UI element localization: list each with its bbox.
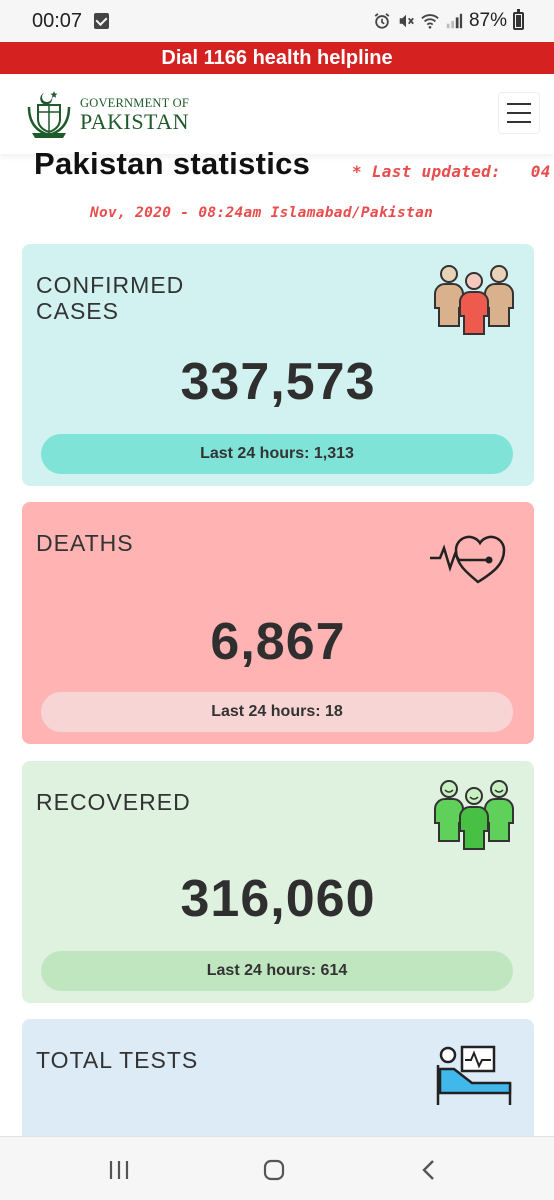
system-nav-bar <box>0 1136 554 1200</box>
wifi-icon <box>421 14 439 29</box>
check-icon <box>94 13 110 29</box>
signal-icon <box>446 13 463 29</box>
recovered-card: RECOVERED 316,060 Last 24 hours: 614 <box>22 761 534 1003</box>
deaths-last24: Last 24 hours: 18 <box>41 692 513 732</box>
battery-percent: 87% <box>468 10 507 31</box>
heartbeat-icon <box>430 535 506 584</box>
recent-apps-icon[interactable] <box>104 1155 134 1185</box>
confirmed-last24: Last 24 hours: 1,313 <box>41 434 513 474</box>
pakistan-emblem-icon <box>27 91 71 138</box>
site-header: GOVERNMENT OF PAKISTAN <box>0 74 554 154</box>
people-group-icon <box>434 265 514 335</box>
deaths-card: DEATHS 6,867 Last 24 hours: 18 <box>22 502 534 744</box>
last-updated-date: Nov, 2020 - 08:24am Islamabad/Pakistan <box>90 205 434 221</box>
home-icon[interactable] <box>259 1155 289 1185</box>
status-time: 00:07 <box>32 9 83 32</box>
deaths-value: 6,867 <box>210 613 346 671</box>
confirmed-label-line1: CONFIRMED <box>36 272 185 298</box>
last-updated-label: * Last updated: 04 <box>352 162 551 181</box>
government-logo[interactable]: GOVERNMENT OF PAKISTAN <box>24 87 189 141</box>
happy-people-icon <box>434 780 514 850</box>
logo-text-line2: PAKISTAN <box>80 108 190 134</box>
helpline-banner[interactable]: Dial 1166 health helpline <box>0 42 554 74</box>
confirmed-cases-value: 337,573 <box>180 353 376 411</box>
hospital-bed-icon <box>436 1045 512 1105</box>
alarm-icon <box>374 13 390 29</box>
total-tests-label: TOTAL TESTS <box>36 1047 199 1073</box>
confirmed-label-line2: CASES <box>36 298 119 324</box>
deaths-label: DEATHS <box>36 530 134 556</box>
recovered-label: RECOVERED <box>36 789 191 815</box>
confirmed-cases-card: CONFIRMED CASES 337,573 Last 24 hours: 1… <box>22 244 534 486</box>
page-title: Pakistan statistics <box>34 146 311 181</box>
recovered-value: 316,060 <box>180 870 376 928</box>
confirmed-cases-label: CONFIRMED CASES <box>36 272 184 324</box>
back-icon[interactable] <box>414 1155 444 1185</box>
mute-icon <box>399 14 414 28</box>
battery-icon <box>513 9 524 30</box>
status-bar: 00:07 87% <box>0 0 554 42</box>
recovered-last24: Last 24 hours: 614 <box>41 951 513 991</box>
hamburger-menu-icon[interactable] <box>498 92 540 134</box>
